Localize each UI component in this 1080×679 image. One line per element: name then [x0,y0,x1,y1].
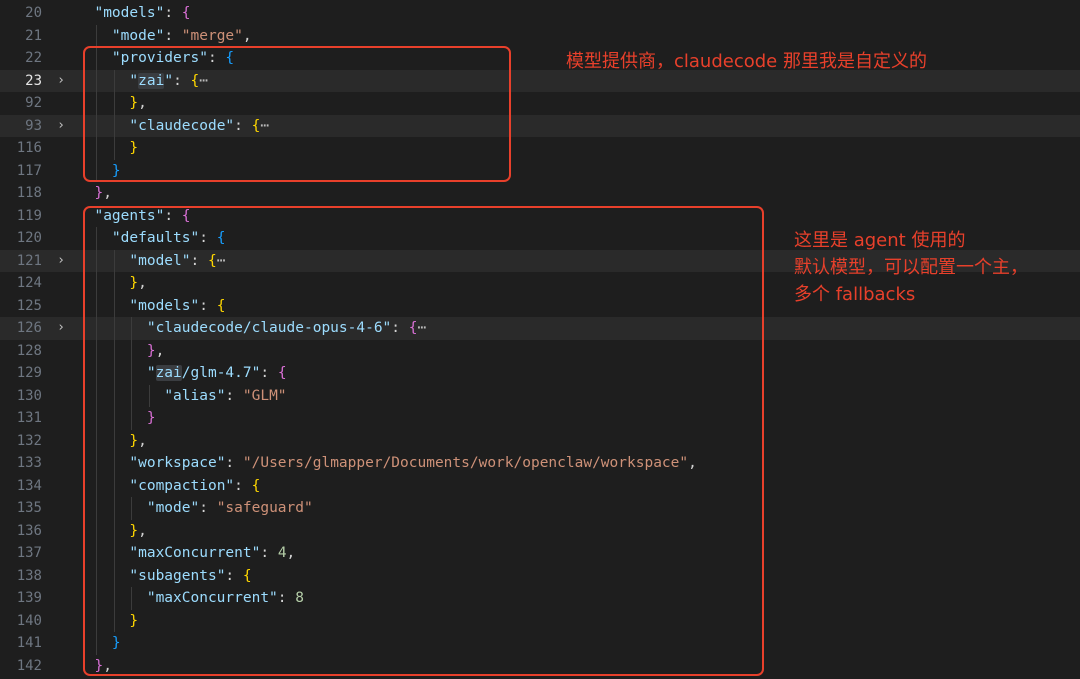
line-number: 134 [16,477,42,494]
line-number: 141 [16,635,42,651]
line-number: 133 [16,455,42,471]
providers-annotation: 模型提供商，claudecode 那里我是自定义的 [566,51,927,72]
agents-annotation-line-1: 这里是 agent 使用的 [794,230,966,251]
providers-highlight-box [83,46,511,182]
code-text[interactable]: "models": { [77,2,191,25]
line-number: 130 [16,387,42,404]
token: { [181,5,191,21]
token: "mode" [111,27,165,44]
agents-annotation-line-3: 多个 fallbacks [794,284,916,305]
line-number: 20 [25,5,42,21]
line-number: 116 [16,140,42,156]
line-number: 140 [16,612,42,629]
code-line[interactable]: 20 "models": { [0,2,1080,25]
token: : [164,27,182,44]
agents-highlight-box [83,206,764,676]
line-number: 139 [16,590,42,606]
line-number: 128 [16,342,42,359]
token: , [242,27,252,44]
code-line[interactable]: 21 "mode": "merge", [0,24,1080,48]
token: "models" [94,5,165,21]
line-number: 118 [16,185,42,201]
line-number: 117 [16,162,42,179]
line-number: 136 [16,522,42,539]
token: , [103,185,112,201]
agents-annotation-line-2: 默认模型，可以配置一个主， [794,257,1028,278]
line-number: 93 [25,117,42,134]
line-number: 22 [25,50,42,66]
line-number: 132 [16,432,42,449]
line-number: 124 [16,275,42,291]
line-number: 119 [16,207,42,224]
token: : [164,5,182,21]
line-number: 129 [16,365,42,381]
line-number: 92 [25,95,42,111]
line-number: 125 [16,297,42,314]
line-number: 135 [16,500,42,516]
line-number: 120 [16,230,42,246]
line-number: 21 [25,27,42,44]
line-number: 126 [16,320,42,336]
fold-chevron-icon[interactable]: › [55,70,67,93]
line-number: 131 [16,410,42,426]
code-text[interactable]: "mode": "merge", [77,25,252,48]
line-number: 138 [16,567,42,584]
line-number: 142 [16,657,42,674]
token: "merge" [181,27,243,44]
fold-chevron-icon[interactable]: › [55,115,67,138]
fold-chevron-icon[interactable]: › [55,250,67,273]
code-text[interactable]: }, [77,182,112,205]
fold-chevron-icon[interactable]: › [55,317,67,340]
line-number: 23 [25,72,42,89]
line-number: 121 [16,252,42,269]
token: } [94,185,104,201]
code-line[interactable]: 118 }, [0,182,1080,205]
line-number: 137 [16,545,42,561]
